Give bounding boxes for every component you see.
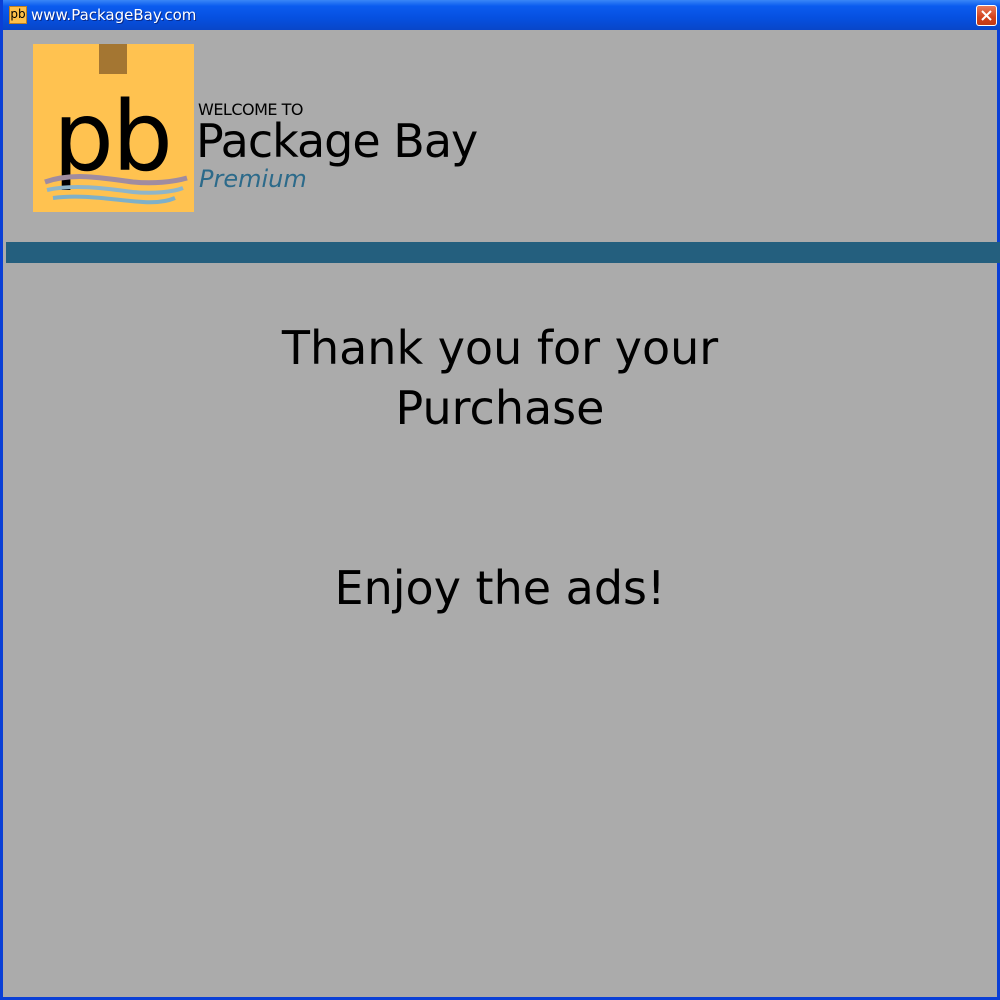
thank-you-line-2: Purchase [395,381,605,435]
logo-tape [99,44,127,74]
thank-you-message: Thank you for your Purchase [3,318,997,438]
logo-waves-icon [44,174,188,205]
close-button[interactable] [976,5,997,26]
app-window: pb www.PackageBay.com pb WELCOME TO Pack… [0,0,1000,1000]
title-bar[interactable]: pb www.PackageBay.com [3,0,1000,30]
thank-you-line-1: Thank you for your [281,321,719,375]
brand-name: Package Bay [196,114,478,168]
app-icon: pb [9,6,27,24]
package-bay-logo: pb [33,44,194,212]
window-title: www.PackageBay.com [31,6,197,24]
tier-label: Premium [199,165,307,193]
header-divider [6,242,1000,263]
close-icon [981,10,992,21]
enjoy-message: Enjoy the ads! [334,561,666,615]
